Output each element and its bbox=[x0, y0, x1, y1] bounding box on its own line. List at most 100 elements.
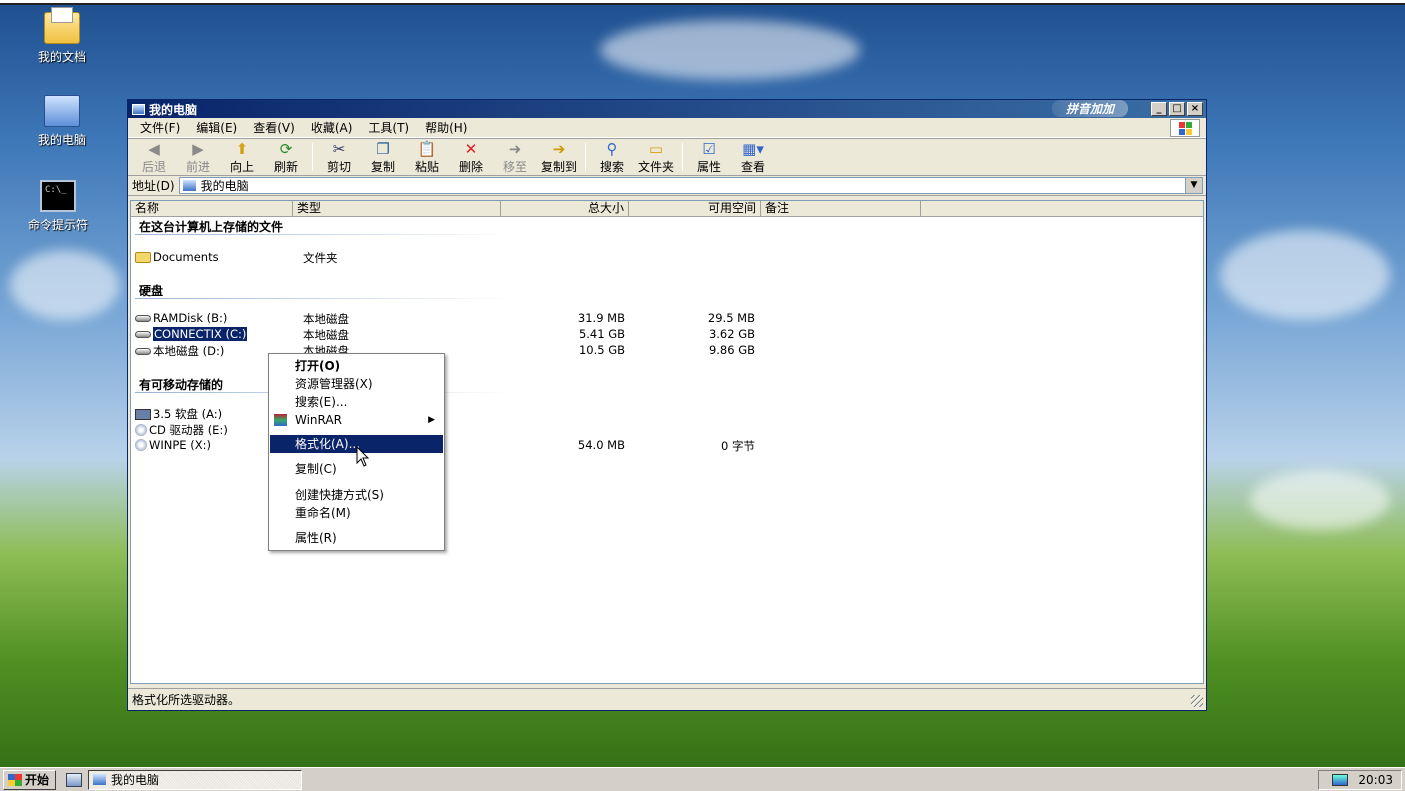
folders-button[interactable]: ▭ 文件夹 bbox=[634, 140, 678, 175]
folder-icon bbox=[135, 251, 151, 263]
ctx-search[interactable]: 搜索(E)... bbox=[270, 393, 443, 411]
properties-button[interactable]: ☑ 属性 bbox=[687, 140, 731, 175]
maximize-button[interactable]: □ bbox=[1169, 102, 1185, 116]
my-computer-icon bbox=[93, 774, 107, 785]
drive-icon bbox=[135, 330, 151, 338]
delete-icon: ✕ bbox=[464, 139, 478, 158]
desktop-icon-label: 命令提示符 bbox=[27, 218, 88, 232]
sky-cloud bbox=[10, 250, 120, 320]
address-dropdown-button[interactable]: ▼ bbox=[1185, 178, 1202, 193]
up-icon: ⬆ bbox=[235, 139, 249, 158]
ctx-create-shortcut[interactable]: 创建快捷方式(S) bbox=[270, 486, 443, 504]
sky-cloud bbox=[600, 20, 860, 80]
copy-to-button[interactable]: ➔ 复制到 bbox=[537, 140, 581, 175]
menu-separator bbox=[271, 482, 442, 483]
refresh-button[interactable]: ⟳ 刷新 bbox=[264, 140, 308, 175]
forward-icon: ▶ bbox=[192, 139, 204, 158]
show-desktop-icon[interactable] bbox=[66, 772, 83, 787]
column-total-size[interactable]: 总大小 bbox=[501, 201, 629, 216]
ctx-winrar[interactable]: WinRAR ▶ bbox=[270, 411, 443, 429]
address-label: 地址(D) bbox=[132, 179, 175, 193]
address-input[interactable]: 我的电脑 ▼ bbox=[178, 177, 1203, 194]
ctx-rename[interactable]: 重命名(M) bbox=[270, 504, 443, 522]
resize-grip[interactable] bbox=[1191, 695, 1203, 707]
cut-button[interactable]: ✂ 剪切 bbox=[317, 140, 361, 175]
move-to-button[interactable]: ➜ 移至 bbox=[493, 140, 537, 175]
taskbar-button-my-computer[interactable]: 我的电脑 bbox=[88, 769, 303, 790]
start-button[interactable]: 开始 bbox=[3, 769, 57, 790]
copy-button[interactable]: ❐ 复制 bbox=[361, 140, 405, 175]
list-item[interactable]: 3.5 软盘 (A:) bbox=[135, 406, 835, 422]
back-button[interactable]: ◀ 后退 bbox=[132, 140, 176, 175]
list-item[interactable]: RAMDisk (B:) 本地磁盘 31.9 MB 29.5 MB bbox=[135, 311, 835, 327]
group-divider bbox=[135, 298, 515, 299]
delete-button[interactable]: ✕ 删除 bbox=[449, 140, 493, 175]
ime-badge[interactable]: 拼音加加 bbox=[1051, 100, 1128, 117]
copy-icon: ❐ bbox=[376, 139, 390, 158]
top-border bbox=[0, 0, 1405, 5]
desktop-icon-my-documents[interactable]: 我的文档 bbox=[22, 7, 102, 65]
group-divider bbox=[135, 234, 515, 235]
status-bar: 格式化所选驱动器。 bbox=[128, 688, 1206, 710]
desktop-icon-label: 我的文档 bbox=[37, 50, 86, 64]
drive-icon bbox=[135, 347, 151, 355]
my-computer-icon bbox=[182, 180, 196, 191]
sky-cloud bbox=[1220, 230, 1390, 320]
floppy-icon bbox=[135, 408, 151, 420]
close-button[interactable]: × bbox=[1187, 102, 1203, 116]
forward-button[interactable]: ▶ 前进 bbox=[176, 140, 220, 175]
up-button[interactable]: ⬆ 向上 bbox=[220, 140, 264, 175]
windows-logo-icon bbox=[1170, 119, 1200, 137]
menu-view[interactable]: 查看(V) bbox=[245, 119, 303, 136]
search-button[interactable]: ⚲ 搜索 bbox=[590, 140, 634, 175]
desktop-icon-command-prompt[interactable]: C:\_ 命令提示符 bbox=[18, 180, 98, 233]
status-text: 格式化所选驱动器。 bbox=[132, 693, 241, 707]
display-tray-icon[interactable] bbox=[1332, 774, 1349, 786]
ctx-properties[interactable]: 属性(R) bbox=[270, 529, 443, 547]
menu-tools[interactable]: 工具(T) bbox=[360, 119, 417, 136]
group-header-removable: 有可移动存储的 bbox=[139, 378, 224, 392]
column-name[interactable]: 名称 bbox=[131, 201, 293, 216]
winrar-icon bbox=[274, 414, 287, 426]
minimize-button[interactable]: _ bbox=[1151, 102, 1167, 116]
views-button[interactable]: ▦▾ 查看 bbox=[731, 140, 775, 175]
menu-separator bbox=[271, 432, 442, 433]
windows-flag-icon bbox=[8, 773, 22, 786]
window-titlebar[interactable]: 我的电脑 拼音加加 _ □ × bbox=[128, 100, 1206, 118]
menu-edit[interactable]: 编辑(E) bbox=[188, 119, 245, 136]
menu-favorites[interactable]: 收藏(A) bbox=[303, 119, 361, 136]
sky-cloud bbox=[1250, 470, 1390, 530]
group-header-stored-files: 在这台计算机上存储的文件 bbox=[139, 220, 284, 234]
search-icon: ⚲ bbox=[606, 139, 618, 158]
column-type[interactable]: 类型 bbox=[293, 201, 501, 216]
list-item[interactable]: WINPE (X:) 54.0 MB 0 字节 bbox=[135, 438, 835, 454]
list-item[interactable]: 本地磁盘 (D:) 本地磁盘 10.5 GB 9.86 GB bbox=[135, 343, 835, 359]
column-header-row: 名称 类型 总大小 可用空间 备注 bbox=[131, 201, 1203, 217]
back-icon: ◀ bbox=[148, 139, 160, 158]
address-bar: 地址(D) 我的电脑 ▼ bbox=[128, 176, 1206, 196]
command-prompt-icon: C:\_ bbox=[40, 180, 76, 212]
paste-icon: 📋 bbox=[417, 139, 437, 158]
toolbar-separator bbox=[682, 143, 683, 171]
properties-icon: ☑ bbox=[702, 139, 716, 158]
menu-help[interactable]: 帮助(H) bbox=[417, 119, 475, 136]
menu-file[interactable]: 文件(F) bbox=[132, 119, 188, 136]
clock[interactable]: 20:03 bbox=[1358, 773, 1393, 787]
toolbar-separator bbox=[312, 143, 313, 171]
refresh-icon: ⟳ bbox=[279, 139, 293, 158]
menu-separator bbox=[271, 525, 442, 526]
desktop-icon-my-computer[interactable]: 我的电脑 bbox=[22, 95, 102, 148]
list-item[interactable]: CD 驱动器 (E:) bbox=[135, 422, 835, 438]
move-to-icon: ➜ bbox=[508, 139, 522, 158]
taskbar: 开始 我的电脑 20:03 bbox=[0, 767, 1405, 791]
column-free-space[interactable]: 可用空间 bbox=[629, 201, 761, 216]
list-item[interactable]: Documents 文件夹 bbox=[135, 250, 835, 266]
column-comments[interactable]: 备注 bbox=[761, 201, 921, 216]
list-item-selected[interactable]: CONNECTIX (C:) 本地磁盘 5.41 GB 3.62 GB bbox=[135, 326, 835, 343]
submenu-arrow-icon: ▶ bbox=[428, 415, 435, 425]
system-tray: 20:03 bbox=[1318, 770, 1402, 790]
cd-drive-icon bbox=[135, 439, 147, 451]
ctx-open[interactable]: 打开(O) bbox=[270, 357, 443, 375]
paste-button[interactable]: 📋 粘贴 bbox=[405, 140, 449, 175]
ctx-explore[interactable]: 资源管理器(X) bbox=[270, 375, 443, 393]
